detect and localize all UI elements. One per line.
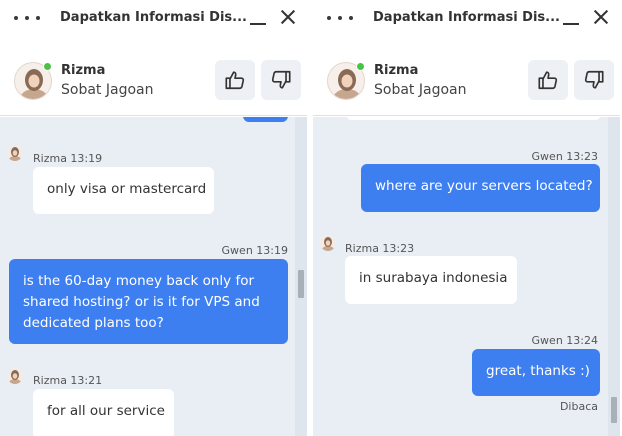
window-header: Dapatkan Informasi Dis...: [0, 0, 307, 38]
message-meta: Gwen 13:19: [221, 244, 288, 257]
user-message-bubble: great, thanks :): [472, 349, 600, 396]
agent-header: Rizma Sobat Jagoan: [313, 38, 620, 116]
online-status-dot: [43, 62, 52, 71]
message-meta: Gwen 13:23: [531, 150, 598, 163]
chat-window-left: Dapatkan Informasi Dis... Rizma Sobat Ja…: [0, 0, 307, 436]
close-icon[interactable]: [278, 7, 298, 27]
thumbs-up-icon: [538, 71, 558, 90]
user-message-bubble: where are your servers located?: [361, 164, 600, 212]
message-line: dedicated plans too?: [23, 315, 164, 331]
agent-message-bubble: in surabaya indonesia: [345, 256, 517, 304]
thumbs-up-button[interactable]: [528, 60, 568, 100]
scrollbar-thumb[interactable]: [611, 397, 617, 423]
window-header: Dapatkan Informasi Dis...: [313, 0, 620, 38]
message-meta: Gwen 13:24: [531, 334, 598, 347]
online-status-dot: [356, 62, 365, 71]
message-meta: Rizma 13:23: [345, 242, 415, 255]
thumbs-down-icon: [584, 70, 604, 89]
minimize-icon[interactable]: [562, 11, 580, 25]
user-message-bubble: is the 60-day money back only for shared…: [9, 259, 288, 344]
scrollbar-thumb[interactable]: [298, 270, 304, 298]
message-bubble-previous: [243, 117, 288, 122]
chat-area: Rizma 13:19 only visa or mastercard Gwen…: [0, 117, 307, 436]
thumbs-down-button[interactable]: [574, 60, 614, 100]
window-title: Dapatkan Informasi Dis...: [60, 10, 247, 25]
message-meta: Rizma 13:19: [33, 152, 103, 165]
message-meta: Rizma 13:21: [33, 374, 103, 387]
close-icon[interactable]: [591, 7, 611, 27]
agent-name: Rizma: [374, 63, 419, 78]
thumbs-up-icon: [225, 71, 245, 90]
message-bubble-previous: [346, 117, 601, 120]
chat-area: Gwen 13:23 where are your servers locate…: [313, 117, 620, 436]
message-line: is the 60-day money back only for: [23, 273, 255, 289]
chat-scrollbar[interactable]: [295, 117, 307, 436]
agent-message-bubble: only visa or mastercard: [33, 167, 214, 214]
agent-mini-avatar: [7, 368, 23, 384]
window-title: Dapatkan Informasi Dis...: [373, 10, 560, 25]
agent-mini-avatar: [7, 145, 23, 161]
more-dots-icon[interactable]: [14, 8, 40, 28]
agent-name: Rizma: [61, 63, 106, 78]
thumbs-up-button[interactable]: [215, 60, 255, 100]
agent-role: Sobat Jagoan: [374, 82, 467, 98]
agent-mini-avatar: [320, 235, 336, 251]
more-dots-icon[interactable]: [327, 8, 353, 28]
minimize-icon[interactable]: [249, 11, 267, 25]
agent-header: Rizma Sobat Jagoan: [0, 38, 307, 116]
thumbs-down-button[interactable]: [261, 60, 301, 100]
agent-role: Sobat Jagoan: [61, 82, 154, 98]
chat-scrollbar[interactable]: [608, 117, 620, 436]
agent-message-bubble: for all our service: [33, 389, 174, 436]
thumbs-down-icon: [271, 70, 291, 89]
message-line: shared hosting? or is it for VPS and: [23, 294, 260, 310]
chat-window-right: Dapatkan Informasi Dis... Rizma Sobat Ja…: [313, 0, 620, 436]
read-status: Dibaca: [559, 400, 598, 413]
